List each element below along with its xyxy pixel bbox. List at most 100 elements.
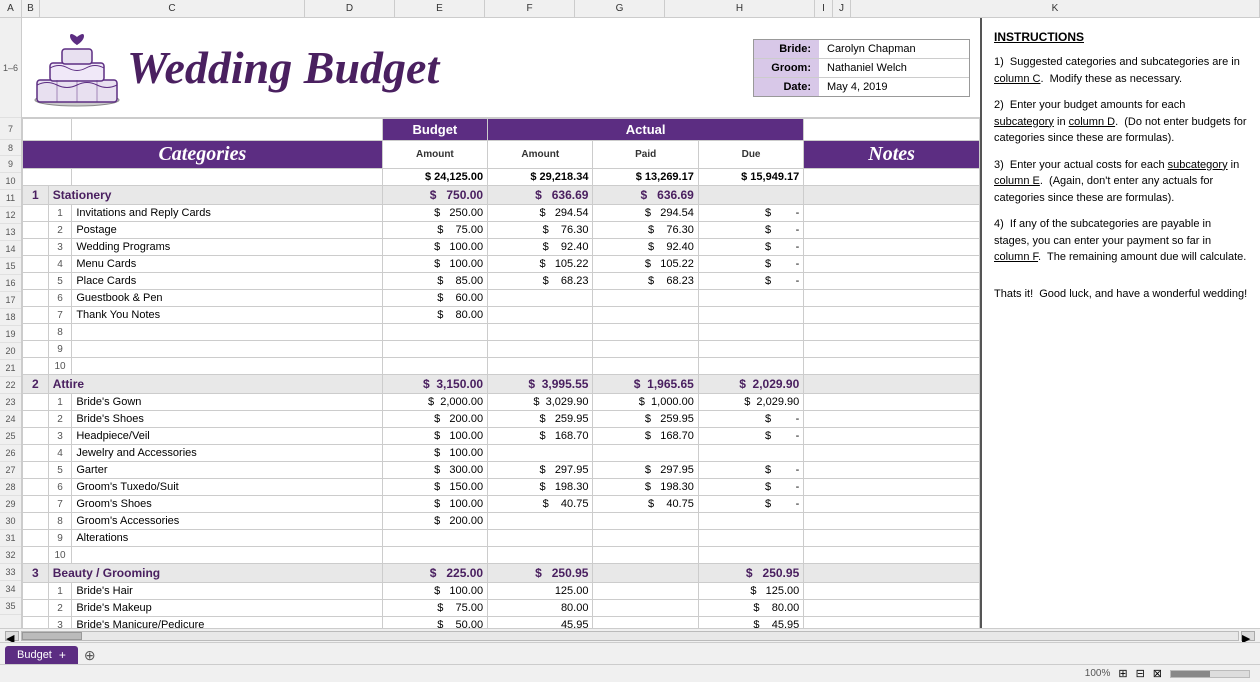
cat-2-budget: $ 3,150.00 <box>382 375 487 394</box>
category-beauty-row: 3 Beauty / Grooming $ 225.00 $ 250.95 $ … <box>23 564 980 583</box>
category-attire-row: 2 Attire $ 3,150.00 $ 3,995.55 $ 1,965.6… <box>23 375 980 394</box>
total-actual: $ 29,218.34 <box>488 169 593 186</box>
item-headpiece: 3 Headpiece/Veil $ 100.00 $ 168.70 $ 168… <box>23 428 980 445</box>
totals-row: $ 24,125.00 $ 29,218.34 $ 13,269.17 $ 15… <box>23 169 980 186</box>
totals-notes <box>804 169 980 186</box>
i1-notes[interactable] <box>804 205 980 222</box>
col-header-e: E <box>395 0 485 17</box>
scroll-left-btn[interactable]: ◀ <box>5 631 19 641</box>
total-budget: $ 24,125.00 <box>382 169 487 186</box>
budget-actual-header-row: Budget Actual <box>23 119 980 141</box>
actual-amount-header: Amount <box>488 141 593 169</box>
postage-name[interactable]: Postage <box>72 222 382 239</box>
empty-th-3 <box>804 119 980 141</box>
header-section: Wedding Budget Bride: Carolyn Chapman Gr… <box>22 18 980 118</box>
item-brides-makeup: 2 Bride's Makeup $ 75.00 80.00 $ 80.00 <box>23 600 980 617</box>
item-guestbook: 6 Guestbook & Pen $ 60.00 <box>23 290 980 307</box>
col-header-j: J <box>833 0 851 17</box>
instructions-panel: INSTRUCTIONS 1) Suggested categories and… <box>980 18 1260 628</box>
col-header-g: G <box>575 0 665 17</box>
cat-1-actual: $ 636.69 <box>488 186 593 205</box>
cat-1-budget: $ 750.00 <box>382 186 487 205</box>
item-garter: 5 Garter $ 300.00 $ 297.95 $ 297.95 $ - <box>23 462 980 479</box>
thank-you-name[interactable]: Thank You Notes <box>72 307 382 324</box>
item-invitations: 1 Invitations and Reply Cards $ 250.00 $… <box>23 205 980 222</box>
i1-due[interactable]: $ - <box>698 205 803 222</box>
empty-row-19: 9 <box>23 341 980 358</box>
i1-budget[interactable]: $ 250.00 <box>382 205 487 222</box>
empty-th-2 <box>72 119 382 141</box>
item-brides-hair: 1 Bride's Hair $ 100.00 125.00 $ 125.00 <box>23 583 980 600</box>
cat-2-name: Attire <box>48 375 382 394</box>
budget-table: Budget Actual Categories Amount Amount <box>22 118 980 628</box>
empty-row-20: 10 <box>23 358 980 375</box>
budget-tab[interactable]: Budget + <box>5 646 78 664</box>
item-grooms-shoes: 7 Groom's Shoes $ 100.00 $ 40.75 $ 40.75… <box>23 496 980 513</box>
total-due: $ 15,949.17 <box>698 169 803 186</box>
zoom-slider[interactable] <box>1170 670 1250 678</box>
col-header-f: F <box>485 0 575 17</box>
cat-1-due <box>698 186 803 205</box>
col-header-k: K <box>851 0 1260 17</box>
scroll-right-btn[interactable]: ▶ <box>1241 631 1255 641</box>
cat-3-paid <box>593 564 698 583</box>
instruction-2: 2) Enter your budget amounts for each su… <box>994 97 1248 147</box>
guestbook-name[interactable]: Guestbook & Pen <box>72 290 382 307</box>
col-header-b: B <box>22 0 40 17</box>
bride-label: Bride: <box>754 40 819 58</box>
programs-name[interactable]: Wedding Programs <box>72 239 382 256</box>
item-postage: 2 Postage $ 75.00 $ 76.30 $ 76.30 $ - <box>23 222 980 239</box>
cat-3-actual: $ 250.95 <box>488 564 593 583</box>
groom-value[interactable]: Nathaniel Welch <box>819 59 969 77</box>
bride-groom-box: Bride: Carolyn Chapman Groom: Nathaniel … <box>753 39 970 97</box>
item-brides-gown: 1 Bride's Gown $ 2,000.00 $ 3,029.90 $ 1… <box>23 394 980 411</box>
notes-header-cell: Notes <box>804 141 980 169</box>
cat-2-due: $ 2,029.90 <box>698 375 803 394</box>
menu-cards-name[interactable]: Menu Cards <box>72 256 382 273</box>
view-layout-icon[interactable]: ⊟ <box>1136 667 1145 680</box>
cat-2-paid: $ 1,965.65 <box>593 375 698 394</box>
cat-3-num: 3 <box>23 564 49 583</box>
scroll-thumb[interactable] <box>22 632 82 640</box>
add-sheet-btn[interactable]: ⊕ <box>84 647 96 664</box>
item-grooms-tuxedo: 6 Groom's Tuxedo/Suit $ 150.00 $ 198.30 … <box>23 479 980 496</box>
cat-3-notes <box>804 564 980 583</box>
main-area: 1–6 7 8 9 10 11 12 13 14 15 16 17 18 19 … <box>0 18 1260 628</box>
instruction-5: Thats it! Good luck, and have a wonderfu… <box>994 286 1248 303</box>
notes-label: Notes <box>868 143 915 165</box>
spreadsheet-container: A B C D E F G H I J K 1–6 7 8 9 10 11 12… <box>0 0 1260 682</box>
instruction-1: 1) Suggested categories and subcategorie… <box>994 54 1248 87</box>
add-sheet-icon[interactable]: + <box>59 648 66 662</box>
empty-row-18: 8 <box>23 324 980 341</box>
horizontal-scrollbar[interactable] <box>21 631 1239 641</box>
cat-3-budget: $ 225.00 <box>382 564 487 583</box>
item-menu-cards: 4 Menu Cards $ 100.00 $ 105.22 $ 105.22 … <box>23 256 980 273</box>
left-panel: Wedding Budget Bride: Carolyn Chapman Gr… <box>22 18 980 628</box>
cat-2-num: 2 <box>23 375 49 394</box>
scrollbar-area[interactable]: ◀ ▶ <box>0 628 1260 642</box>
col-ref-d: column D <box>1069 116 1115 128</box>
item-place-cards: 5 Place Cards $ 85.00 $ 68.23 $ 68.23 $ … <box>23 273 980 290</box>
sheet-content: Wedding Budget Bride: Carolyn Chapman Gr… <box>22 18 1260 628</box>
row-num-1-6: 1–6 <box>0 18 21 118</box>
col-header-a: A <box>0 0 22 17</box>
view-normal-icon[interactable]: ⊞ <box>1118 667 1127 680</box>
item-programs: 3 Wedding Programs $ 100.00 $ 92.40 $ 92… <box>23 239 980 256</box>
bride-value[interactable]: Carolyn Chapman <box>819 40 969 58</box>
amount-headers-row: Categories Amount Amount Paid Due Notes <box>23 141 980 169</box>
groom-row: Groom: Nathaniel Welch <box>754 59 969 78</box>
i1-name[interactable]: Invitations and Reply Cards <box>72 205 382 222</box>
tab-bar: Budget + ⊕ <box>0 642 1260 664</box>
i1-paid[interactable]: $ 294.54 <box>593 205 698 222</box>
cat-1-notes <box>804 186 980 205</box>
date-row: Date: May 4, 2019 <box>754 78 969 96</box>
item-brides-shoes: 2 Bride's Shoes $ 200.00 $ 259.95 $ 259.… <box>23 411 980 428</box>
view-page-icon[interactable]: ⊠ <box>1153 667 1162 680</box>
col-ref-c: column C <box>994 73 1040 85</box>
wedding-budget-title: Wedding Budget <box>127 41 743 94</box>
date-value[interactable]: May 4, 2019 <box>819 78 969 96</box>
i1-actual[interactable]: $ 294.54 <box>488 205 593 222</box>
totals-empty <box>23 169 72 186</box>
actual-header: Actual <box>488 119 804 141</box>
place-cards-name[interactable]: Place Cards <box>72 273 382 290</box>
